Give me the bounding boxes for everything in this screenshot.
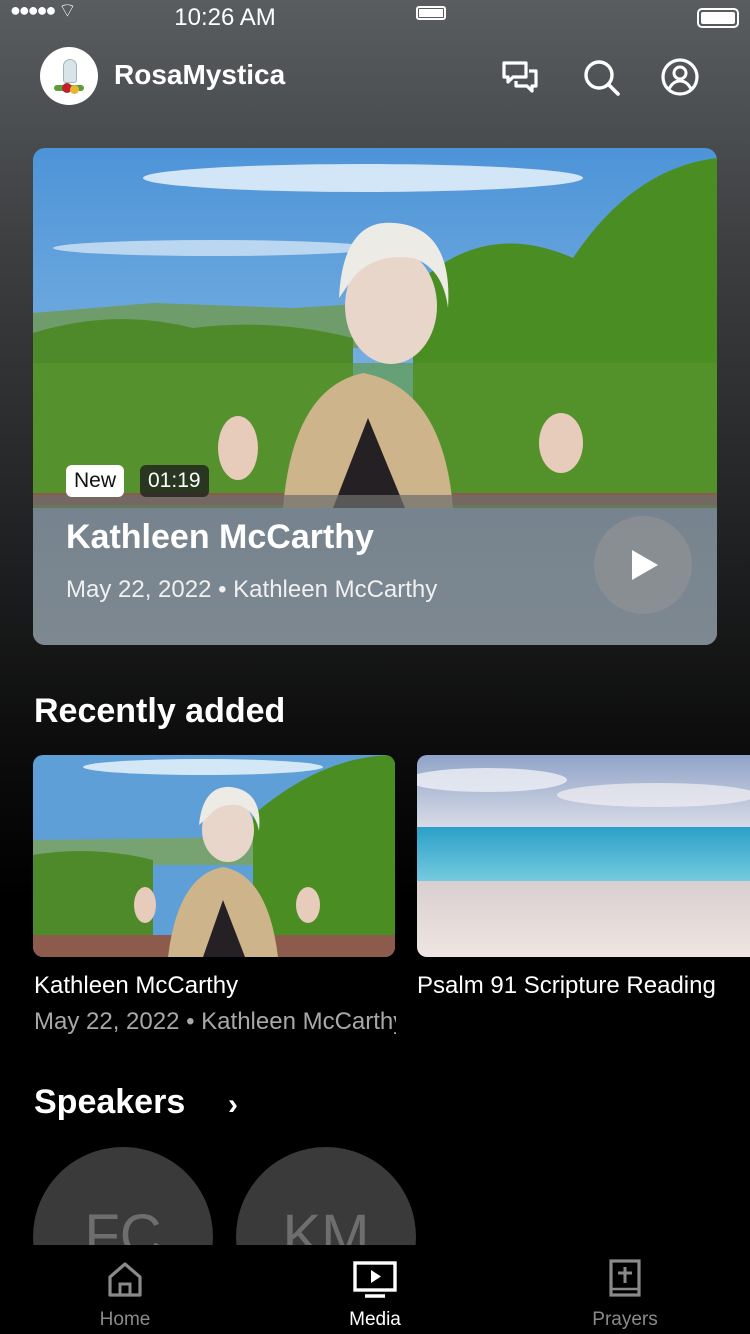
account-icon[interactable]: [660, 57, 700, 97]
duration-badge: 01:19: [140, 465, 209, 497]
app-title: RosaMystica: [114, 59, 286, 90]
tab-home[interactable]: Home: [0, 1245, 250, 1334]
tab-bar: Home Media Prayers: [0, 1245, 750, 1334]
tab-media[interactable]: Media: [250, 1245, 500, 1334]
status-time: 10:26 AM: [174, 4, 276, 31]
app-logo[interactable]: [40, 47, 98, 105]
tab-prayers[interactable]: Prayers: [500, 1245, 750, 1334]
play-button[interactable]: [594, 516, 692, 614]
recent-item-title[interactable]: Kathleen McCarthy: [34, 972, 396, 1000]
recent-item-thumbnail[interactable]: [417, 755, 750, 957]
tv-icon: [250, 1259, 500, 1299]
recent-item-title[interactable]: Psalm 91 Scripture Reading: [417, 972, 750, 1000]
featured-video-card[interactable]: New 01:19 Kathleen McCarthy May 22, 2022…: [33, 148, 717, 645]
recent-item-meta: May 22, 2022 • Kathleen McCarthy: [34, 1008, 396, 1035]
logo-madonna: [63, 59, 77, 83]
recent-thumbnail-image: [33, 755, 395, 957]
logo-rose: [70, 85, 79, 94]
hero-meta: May 22, 2022 • Kathleen McCarthy: [66, 576, 438, 603]
battery-icon: [416, 6, 446, 20]
app-header: RosaMystica: [40, 47, 710, 105]
home-icon: [0, 1259, 250, 1299]
chat-icon[interactable]: [500, 57, 540, 97]
hero-title: Kathleen McCarthy: [66, 518, 374, 556]
tab-media-label: Media: [349, 1309, 401, 1330]
new-badge: New: [66, 465, 125, 497]
tab-home-label: Home: [99, 1309, 151, 1330]
prayer-book-icon: [500, 1259, 750, 1299]
section-title-recently-added: Recently added: [34, 692, 286, 730]
battery-icon: [697, 8, 739, 28]
search-icon[interactable]: [581, 57, 621, 97]
chevron-right-icon[interactable]: ›: [228, 1088, 238, 1122]
tab-prayers-label: Prayers: [592, 1309, 658, 1330]
recent-item-thumbnail[interactable]: [33, 755, 395, 957]
section-title-speakers[interactable]: Speakers: [34, 1083, 185, 1122]
recent-thumbnail-image: [417, 755, 750, 957]
status-bar: ●●●●● ⌔ 10:26 AM: [0, 0, 750, 31]
